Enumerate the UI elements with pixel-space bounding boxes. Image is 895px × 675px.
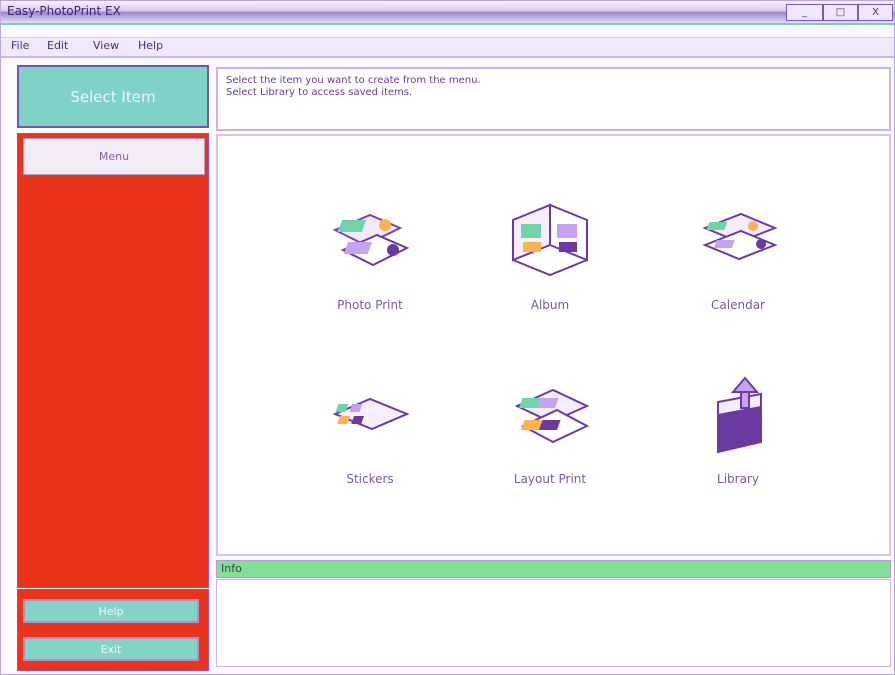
left-menu-panel [17, 133, 209, 588]
menu-edit[interactable]: Edit [47, 39, 68, 52]
item-label: Stickers [346, 472, 394, 486]
calendar-icon [702, 212, 778, 261]
menu-help[interactable]: Help [138, 39, 163, 52]
library-item[interactable]: Library [668, 364, 808, 486]
item-label: Album [530, 298, 570, 312]
info-label: Info [221, 562, 242, 575]
album-icon [512, 203, 588, 277]
stickers-icon [332, 397, 410, 431]
item-label: Layout Print [513, 472, 587, 486]
title-bar[interactable]: Easy-PhotoPrint EX _ □ X [1, 1, 894, 25]
maximize-button[interactable]: □ [823, 4, 858, 21]
window-title: Easy-PhotoPrint EX [7, 4, 121, 18]
select-item-header: Select Item [17, 65, 209, 128]
stickers-item[interactable]: Stickers [300, 364, 440, 486]
sidebar-item-menu[interactable]: Menu [23, 138, 205, 175]
item-label: Library [717, 472, 759, 486]
instruction-line: Select the item you want to create from … [226, 75, 481, 86]
library-icon [717, 376, 762, 454]
menu-view[interactable]: View [93, 39, 119, 52]
item-label: Photo Print [337, 298, 403, 312]
photo-print-icon [332, 213, 410, 267]
info-bar: Info [216, 560, 891, 578]
app-window: Easy-PhotoPrint EX _ □ X File Edit View … [0, 0, 895, 675]
calendar-item[interactable]: Calendar [668, 190, 808, 312]
layout-print-icon [514, 388, 590, 444]
item-label: Calendar [711, 298, 765, 312]
menu-bar: File Edit View Help [1, 37, 894, 58]
item-selection-area: Photo Print Album Calendar Stickers Layo… [216, 134, 891, 556]
exit-button[interactable]: Exit [23, 637, 199, 661]
menu-file[interactable]: File [11, 39, 29, 52]
close-button[interactable]: X [858, 4, 893, 21]
help-button[interactable]: Help [23, 599, 199, 623]
info-panel [216, 579, 891, 667]
minimize-button[interactable]: _ [786, 4, 823, 21]
instructions-panel: Select the item you want to create from … [216, 67, 891, 131]
album-item[interactable]: Album [480, 190, 620, 312]
photo-print-item[interactable]: Photo Print [300, 190, 440, 312]
layout-print-item[interactable]: Layout Print [480, 364, 620, 486]
instruction-line: Select Library to access saved items. [226, 87, 413, 98]
